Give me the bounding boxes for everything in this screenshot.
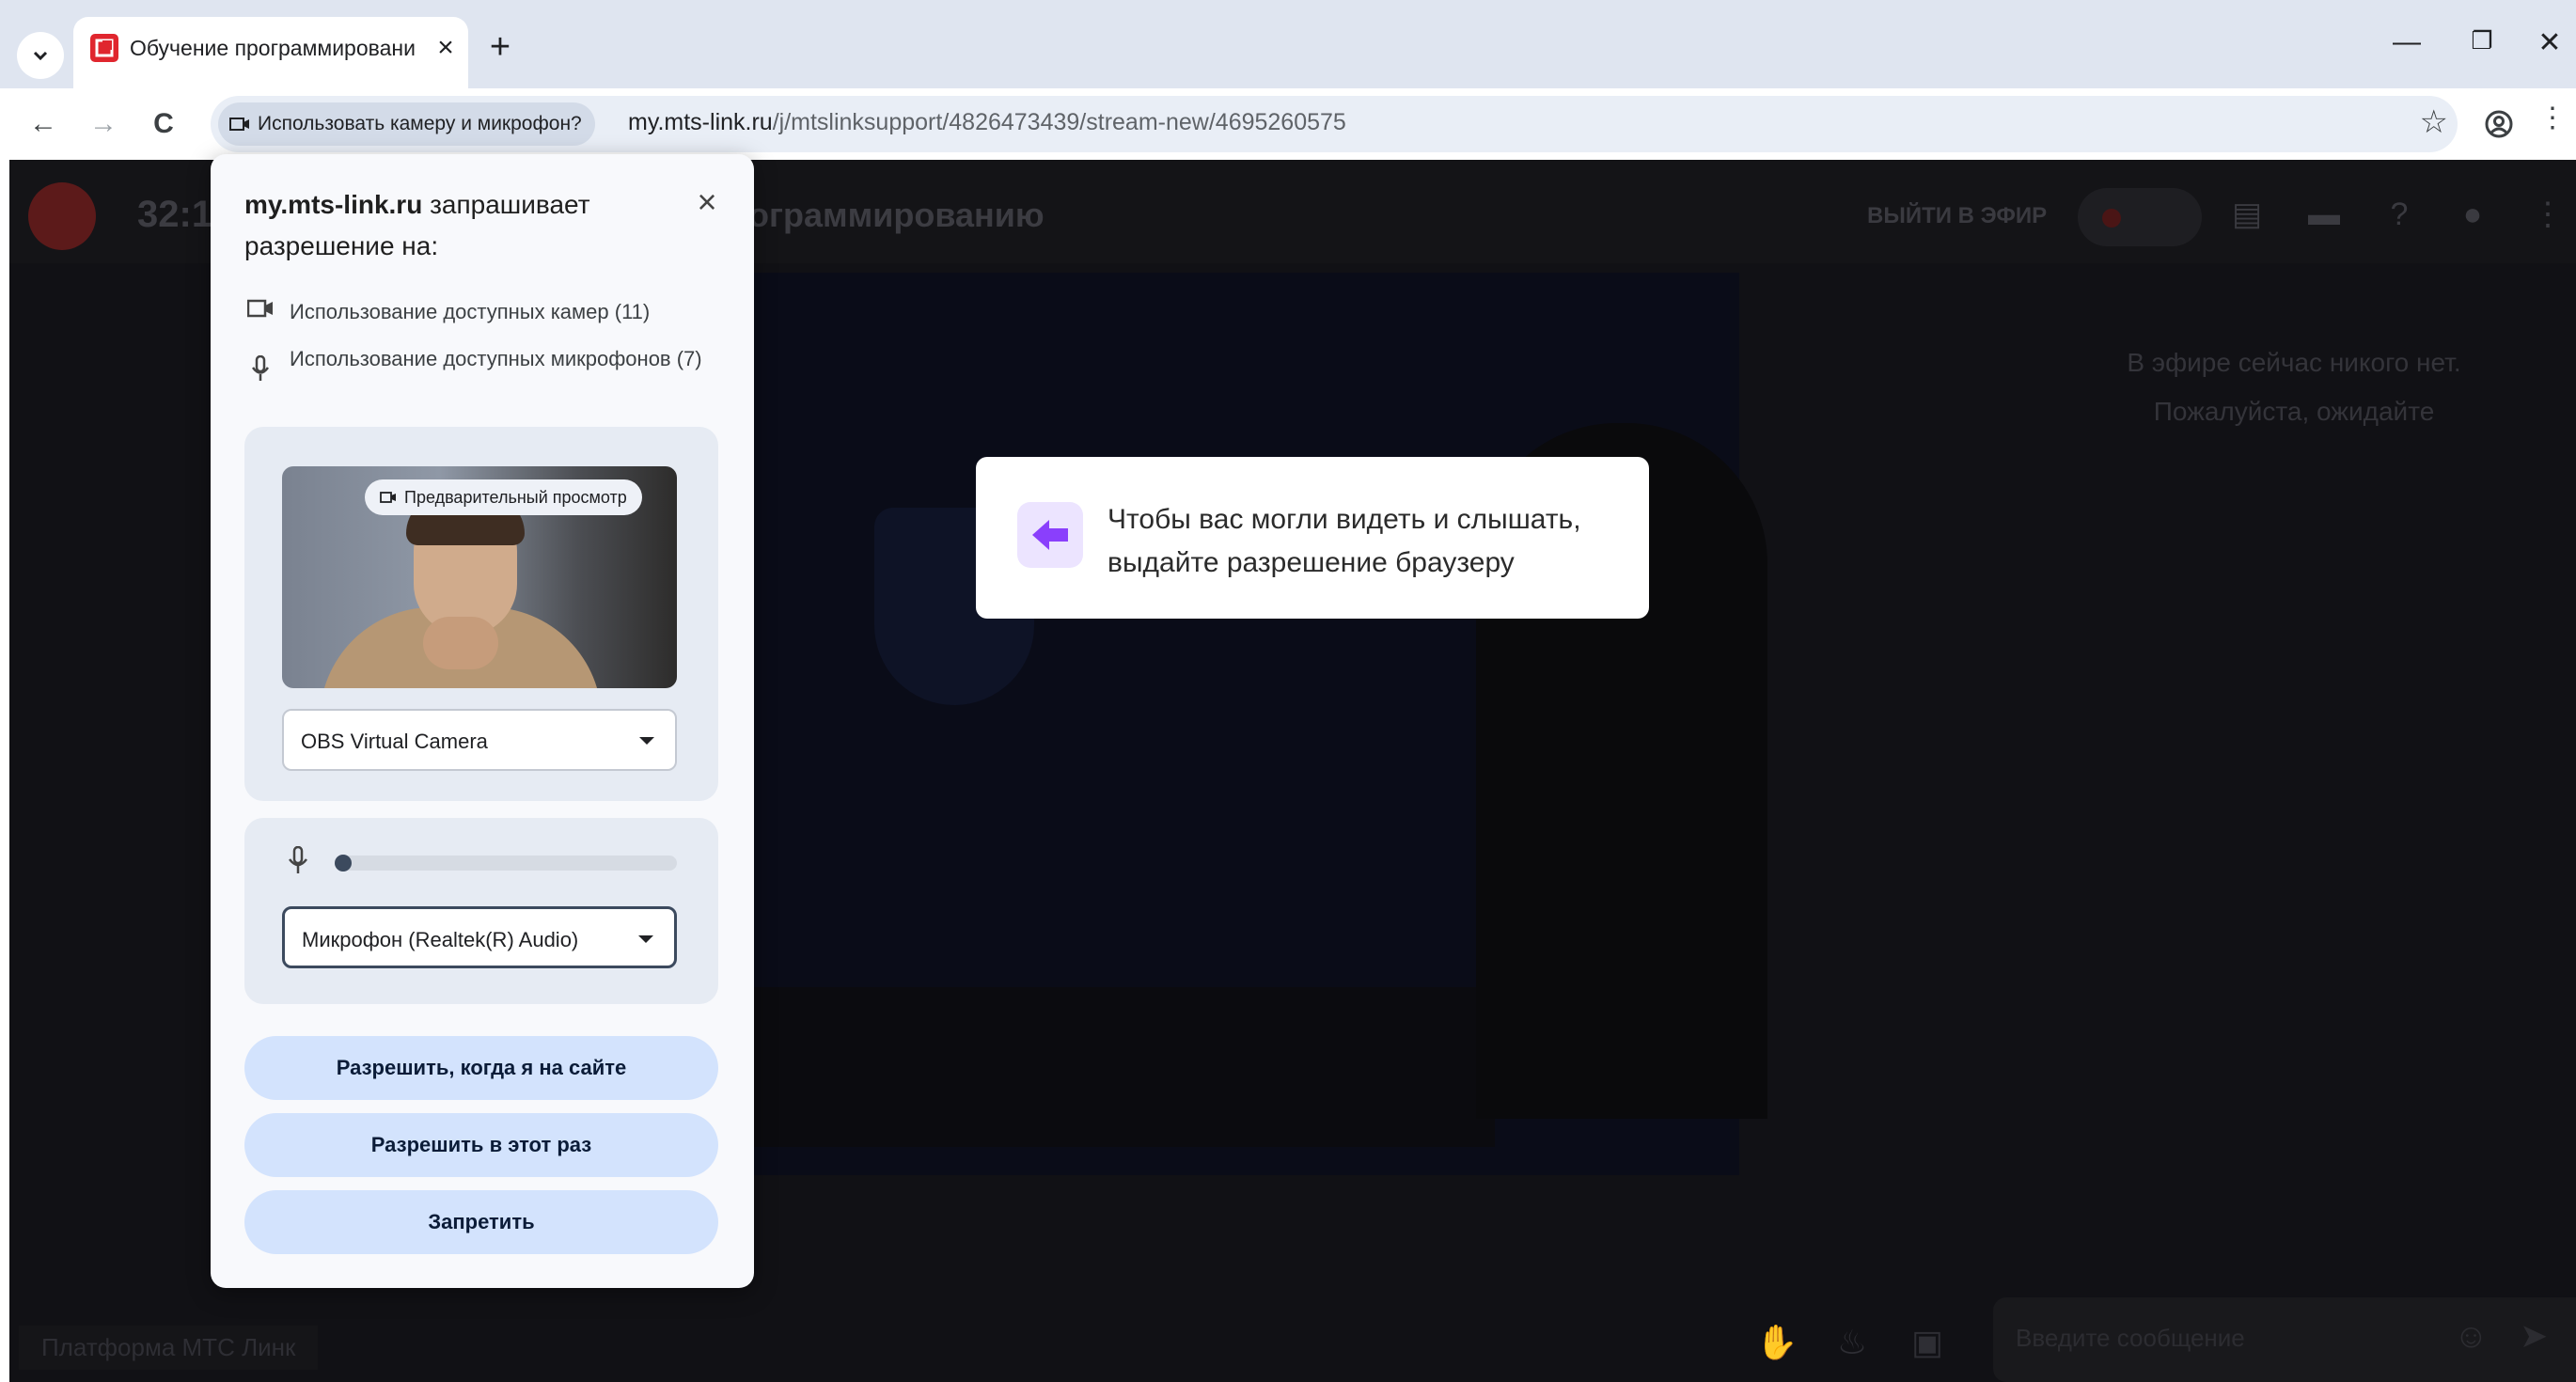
- microphone-card: Микрофон (Realtek(R) Audio): [244, 818, 718, 1004]
- restore-button[interactable]: ❐: [2461, 26, 2503, 55]
- stream-timer: 32:1: [137, 194, 213, 235]
- message-placeholder: Введите сообщение: [2016, 1324, 2245, 1352]
- forward-button[interactable]: →: [83, 103, 124, 145]
- chevron-down-icon: [33, 51, 48, 61]
- caret-down-icon: [638, 935, 653, 943]
- notes-icon[interactable]: ▤: [2228, 196, 2266, 233]
- tab-search-button[interactable]: [17, 32, 64, 79]
- back-button[interactable]: ←: [23, 103, 64, 145]
- arrow-left-icon: [1017, 502, 1083, 568]
- microphone-select[interactable]: Микрофон (Realtek(R) Audio): [282, 906, 677, 968]
- camera-mic-permission-chip[interactable]: Использовать камеру и микрофон?: [218, 102, 595, 146]
- empty-message-line1: В эфире сейчас никого нет.: [2127, 348, 2461, 377]
- empty-message-line2: Пожалуйста, ожидайте: [2153, 397, 2435, 426]
- tab-title: Обучение программировани: [130, 36, 416, 60]
- tab-close-icon[interactable]: ×: [429, 32, 463, 64]
- preview-person-hand: [423, 617, 498, 669]
- deny-button[interactable]: Запретить: [244, 1190, 718, 1254]
- browser-menu-icon[interactable]: ⋮: [2538, 102, 2567, 134]
- mic-level-indicator: [335, 855, 352, 872]
- allow-once-button[interactable]: Разрешить в этот раз: [244, 1113, 718, 1177]
- minimize-button[interactable]: —: [2386, 26, 2427, 58]
- window-close-button[interactable]: ✕: [2529, 26, 2570, 59]
- camera-icon: [380, 492, 396, 503]
- prompt-title: my.mts-link.ru запрашивает разрешение на…: [244, 184, 658, 267]
- url-host: my.mts-link.ru: [628, 109, 773, 135]
- mic-permission-line: Использование доступных микрофонов (7): [246, 342, 713, 392]
- reload-button[interactable]: C: [143, 103, 184, 145]
- camera-icon: [246, 295, 275, 329]
- preview-label: Предварительный просмотр: [404, 487, 627, 507]
- reaction-fire-icon[interactable]: ♨: [1824, 1314, 1880, 1371]
- send-icon[interactable]: ➤: [2520, 1316, 2548, 1356]
- microphone-icon: [288, 845, 308, 881]
- address-bar[interactable]: Использовать камеру и микрофон? my.mts-l…: [211, 96, 2458, 152]
- emoji-icon[interactable]: ☺: [2454, 1316, 2489, 1356]
- chat-icon[interactable]: ▬: [2305, 196, 2343, 233]
- prompt-site: my.mts-link.ru: [244, 190, 423, 219]
- mic-permission-text: Использование доступных микрофонов (7): [290, 347, 702, 370]
- picture-in-picture-icon[interactable]: ▣: [1899, 1314, 1956, 1371]
- bookmark-star-icon[interactable]: ☆: [2420, 103, 2448, 141]
- url-text[interactable]: my.mts-link.ru/j/mtslinksupport/48264734…: [628, 109, 1346, 136]
- record-dot-icon: [2102, 209, 2121, 228]
- mic-level-meter: [335, 855, 677, 872]
- more-menu-icon[interactable]: ⋮: [2529, 196, 2567, 233]
- hint-line1: Чтобы вас могли видеть и слышать,: [1107, 504, 1581, 535]
- browser-tabstrip: Обучение программировани × + — ❐ ✕: [0, 0, 2576, 88]
- permission-prompt: my.mts-link.ru запрашивает разрешение на…: [211, 154, 754, 1288]
- go-live-button[interactable]: ВЫЙТИ В ЭФИР: [1867, 203, 2047, 229]
- camera-select[interactable]: OBS Virtual Camera: [282, 709, 677, 771]
- message-input[interactable]: Введите сообщение ☺ ➤: [1993, 1297, 2576, 1382]
- allow-on-site-button[interactable]: Разрешить, когда я на сайте: [244, 1036, 718, 1100]
- microphone-icon: [246, 342, 275, 392]
- record-toggle[interactable]: [2078, 188, 2202, 246]
- camera-select-value: OBS Virtual Camera: [301, 730, 488, 753]
- hint-text: Чтобы вас могли видеть и слышать, выдайт…: [1107, 498, 1615, 585]
- profile-button[interactable]: [2478, 103, 2520, 145]
- microphone-select-value: Микрофон (Realtek(R) Audio): [302, 928, 579, 951]
- end-call-button[interactable]: [28, 182, 96, 250]
- browser-tab-active[interactable]: Обучение программировани ×: [73, 17, 468, 88]
- camera-permission-line: Использование доступных камер (11): [246, 295, 713, 329]
- background-laptop: [743, 987, 1495, 1147]
- prompt-close-icon[interactable]: ×: [688, 182, 726, 222]
- raise-hand-icon[interactable]: ✋: [1749, 1314, 1805, 1371]
- camera-preview: Предварительный просмотр: [282, 466, 677, 688]
- profile-icon: [2485, 110, 2513, 138]
- preview-chip: Предварительный просмотр: [365, 479, 642, 515]
- camera-permission-text: Использование доступных камер (11): [290, 300, 651, 323]
- mts-link-favicon: [90, 34, 118, 62]
- browser-toolbar: ← → C Использовать камеру и микрофон? my…: [0, 88, 2576, 160]
- participants-icon[interactable]: ●: [2454, 196, 2491, 233]
- new-tab-button[interactable]: +: [479, 28, 521, 66]
- stream-title: ограммированию: [748, 196, 1045, 234]
- question-icon[interactable]: ?: [2380, 196, 2418, 233]
- camera-card: Предварительный просмотр OBS Virtual Cam…: [244, 427, 718, 801]
- hint-line2: выдайте разрешение браузеру: [1107, 547, 1515, 578]
- permission-chip-label: Использовать камеру и микрофон?: [258, 113, 582, 134]
- camera-icon: [229, 118, 249, 131]
- permission-hint-card: Чтобы вас могли видеть и слышать, выдайт…: [976, 457, 1649, 619]
- empty-stream-message: В эфире сейчас никого нет. Пожалуйста, о…: [2059, 338, 2529, 436]
- caret-down-icon: [639, 737, 654, 745]
- platform-label: Платформа МТС Линк: [19, 1326, 319, 1370]
- url-path: /j/mtslinksupport/4826473439/stream-new/…: [772, 109, 1346, 135]
